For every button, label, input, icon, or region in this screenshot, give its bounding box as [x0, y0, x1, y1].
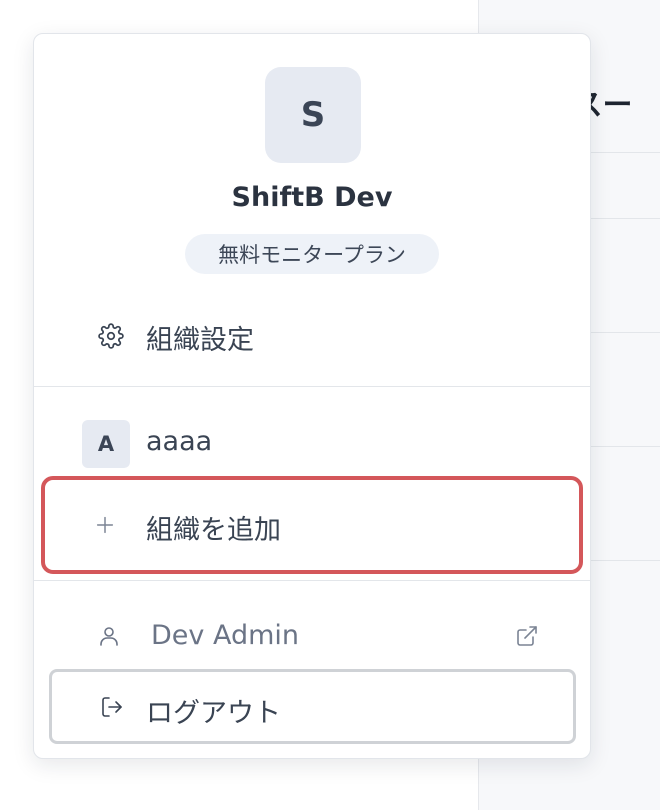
plan-badge: 無料モニタープラン [185, 234, 439, 274]
org-avatar: S [265, 67, 361, 163]
logout-label: ログアウト [146, 698, 281, 729]
plus-icon [93, 513, 117, 537]
user-profile-item[interactable]: Dev Admin [34, 612, 590, 660]
menu-divider [34, 386, 590, 387]
gear-icon [98, 323, 124, 349]
org-settings-label: 組織設定 [146, 325, 254, 356]
org-avatar-small: A [82, 420, 130, 468]
logout-button[interactable]: ログアウト [49, 669, 576, 744]
org-list-item[interactable]: A aaaa [34, 414, 590, 474]
menu-divider [34, 580, 590, 581]
org-avatar-letter: S [300, 95, 326, 135]
org-letter: A [97, 432, 115, 456]
organization-menu-popover: S ShiftB Dev 無料モニタープラン 組織設定 A aaaa 組織を追加 [33, 33, 591, 759]
logout-icon [99, 694, 125, 720]
add-org-label: 組織を追加 [146, 515, 281, 546]
org-name: ShiftB Dev [231, 182, 393, 213]
org-list-item-name: aaaa [146, 426, 213, 457]
org-settings-item[interactable]: 組織設定 [34, 310, 590, 362]
add-org-button[interactable]: 組織を追加 [41, 476, 583, 574]
plan-badge-label: 無料モニタープラン [218, 243, 406, 267]
user-name: Dev Admin [151, 620, 300, 651]
user-icon [96, 623, 122, 649]
external-link-icon[interactable] [514, 623, 540, 649]
